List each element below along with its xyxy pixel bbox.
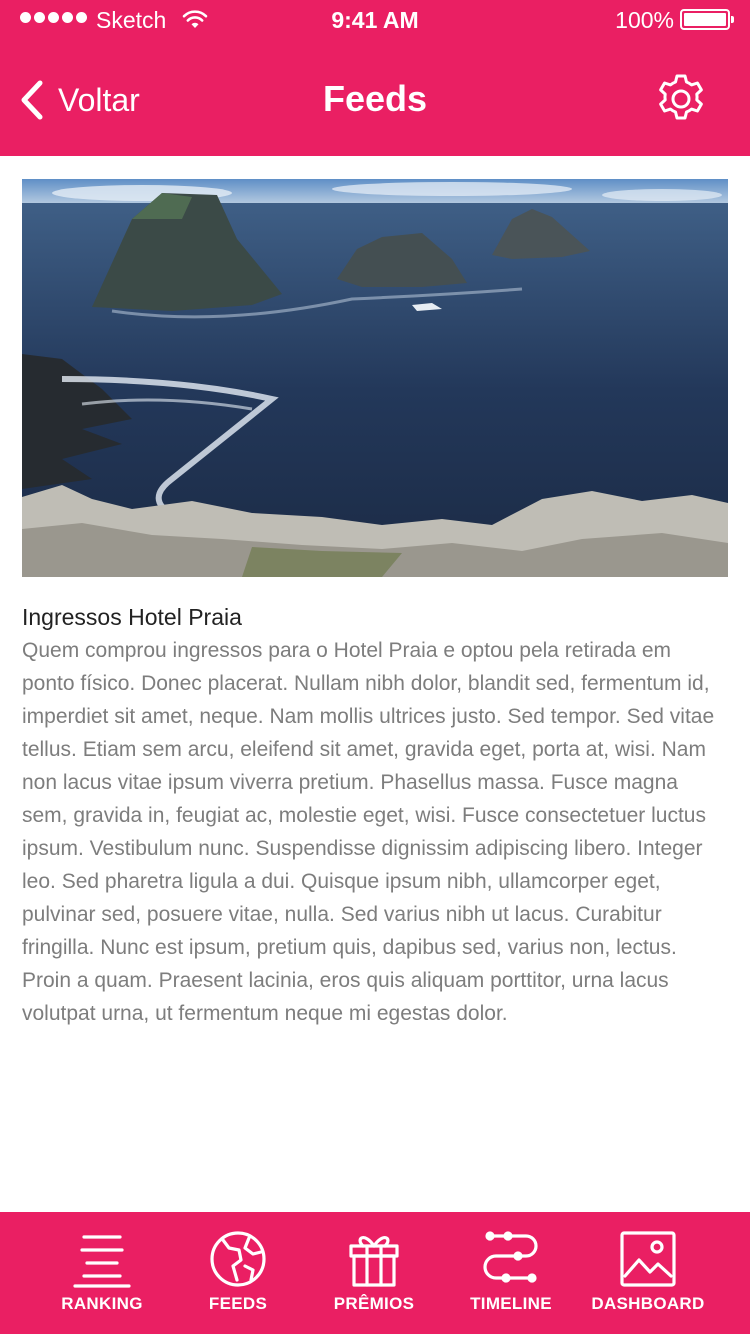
status-bar: Sketch 9:41 AM 100%	[0, 0, 750, 40]
tab-dashboard[interactable]: DASHBOARD	[580, 1212, 716, 1334]
globe-icon	[210, 1231, 266, 1287]
ranking-icon	[73, 1235, 131, 1288]
timeline-icon	[483, 1231, 538, 1283]
tab-dashboard-label: DASHBOARD	[591, 1294, 705, 1313]
tab-feeds-label: FEEDS	[208, 1294, 268, 1313]
battery-icon	[680, 9, 734, 30]
image-icon	[620, 1231, 676, 1287]
navigation-bar: Voltar Feeds	[0, 60, 750, 140]
tab-feeds[interactable]: FEEDS	[170, 1212, 306, 1334]
tab-timeline-label: TIMELINE	[470, 1294, 552, 1313]
post-title: Ingressos Hotel Praia	[22, 604, 242, 630]
feed-post: Ingressos Hotel Praia Quem comprou ingre…	[22, 179, 728, 1030]
battery-percentage: 100%	[615, 7, 674, 33]
tab-ranking-label: RANKING	[61, 1294, 143, 1313]
tab-premios-label: PRÊMIOS	[333, 1294, 415, 1313]
page-title: Feeds	[322, 78, 428, 119]
post-body: Quem comprou ingressos para o Hotel Prai…	[22, 639, 715, 1025]
tab-bar: RANKING FEEDS PRÊMIOS TIMELINE DASHBOARD	[0, 1212, 750, 1334]
post-image	[22, 179, 728, 577]
tab-timeline[interactable]: TIMELINE	[442, 1212, 580, 1334]
tab-ranking[interactable]: RANKING	[34, 1212, 170, 1334]
tab-premios[interactable]: PRÊMIOS	[306, 1212, 442, 1334]
gift-icon	[349, 1236, 399, 1287]
header: Sketch 9:41 AM 100% Voltar Feeds	[0, 0, 750, 156]
gear-icon[interactable]	[654, 72, 708, 126]
